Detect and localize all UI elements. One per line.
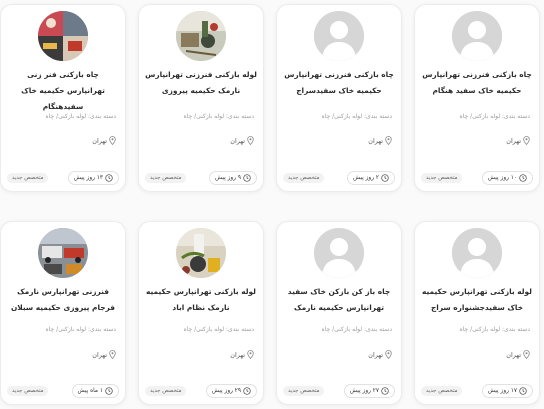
location-pin-icon — [109, 136, 116, 145]
listing-grid: چاه بازکنی فنرزنی تهرانپارس حکیمیه خاک س… — [0, 0, 544, 409]
listing-location: تهران — [368, 136, 392, 145]
time-ago: ۱۳ روز پیش — [67, 171, 119, 185]
pipe-photo-avatar — [176, 228, 226, 278]
location-label: تهران — [506, 350, 521, 359]
listing-card[interactable]: لوله بازکنی تهرانپارس حکیمیه خاک سفیدجشن… — [414, 221, 540, 405]
listing-category: دسته بندی: لوله بازکنی/ چاه — [45, 113, 116, 120]
listing-category: دسته بندی: لوله بازکنی/ چاه — [321, 113, 392, 120]
time-ago: ۱۷ روز پیش — [481, 384, 533, 398]
listing-card[interactable]: چاه بازکنی فنرزنی تهرانپارس حکیمیه خاک س… — [414, 4, 540, 192]
location-label: تهران — [92, 350, 107, 359]
listing-location: تهران — [230, 136, 254, 145]
location-label: تهران — [92, 136, 107, 145]
listing-footer: ۲ روز پیش متخصص جدید — [283, 171, 395, 185]
new-specialist-badge: متخصص جدید — [145, 173, 187, 183]
listing-footer: ۱۳ روز پیش متخصص جدید — [7, 171, 119, 185]
time-ago-label: ۲۷ روز پیش — [349, 388, 379, 394]
listing-card[interactable]: لوله بازکنی تهرانپارس حکیمیه نارمک نظام … — [138, 221, 264, 405]
default-avatar-icon — [314, 228, 364, 278]
new-specialist-badge: متخصص جدید — [7, 173, 49, 183]
listing-category: دسته بندی: لوله بازکنی/ چاه — [45, 326, 116, 333]
time-ago: ۹ روز پیش — [209, 171, 257, 185]
time-ago: ۱ ماه پیش — [71, 384, 119, 398]
listing-category: دسته بندی: لوله بازکنی/ چاه — [459, 113, 530, 120]
time-ago-label: ۱۰ روز پیش — [487, 175, 517, 181]
default-avatar-icon — [452, 11, 502, 61]
time-ago: ۲۷ روز پیش — [343, 384, 395, 398]
default-avatar-icon — [452, 228, 502, 278]
listing-card[interactable]: لوله بازکنی فنرزنی تهرانپارس نارمک حکیمی… — [138, 4, 264, 192]
listing-footer: ۱ ماه پیش متخصص جدید — [7, 384, 119, 398]
listing-footer: ۲۷ روز پیش متخصص جدید — [283, 384, 395, 398]
listing-category: دسته بندی: لوله بازکنی/ چاه — [183, 326, 254, 333]
listing-card[interactable]: چاه بازکنی فنر زنی تهرانپارس حکیمیه خاک … — [0, 4, 126, 192]
listing-location: تهران — [506, 136, 530, 145]
location-pin-icon — [247, 136, 254, 145]
listing-category: دسته بندی: لوله بازکنی/ چاه — [459, 326, 530, 333]
clock-icon — [519, 387, 527, 395]
vehicles-photo-avatar — [38, 228, 88, 278]
listing-title[interactable]: فنرزنی تهرانپارس نارمک فرجام پیروزی حکیم… — [7, 284, 119, 316]
listing-card[interactable]: چاه باز کن بازکن خاک سفید تهرانپارس حکیم… — [276, 221, 402, 405]
listing-title[interactable]: لوله بازکنی فنرزنی تهرانپارس نارمک حکیمی… — [145, 67, 257, 99]
listing-title[interactable]: چاه باز کن بازکن خاک سفید تهرانپارس حکیم… — [283, 284, 395, 316]
location-pin-icon — [523, 136, 530, 145]
listing-title[interactable]: لوله بازکنی تهرانپارس حکیمیه نارمک نظام … — [145, 284, 257, 316]
location-label: تهران — [368, 350, 383, 359]
default-avatar-icon — [314, 11, 364, 61]
location-label: تهران — [230, 136, 245, 145]
listing-card[interactable]: فنرزنی تهرانپارس نارمک فرجام پیروزی حکیم… — [0, 221, 126, 405]
new-specialist-badge: متخصص جدید — [7, 386, 49, 396]
location-pin-icon — [523, 350, 530, 359]
location-pin-icon — [385, 136, 392, 145]
collage-photo-avatar — [38, 11, 88, 61]
clock-icon — [381, 174, 389, 182]
time-ago-label: ۹ روز پیش — [215, 175, 241, 181]
tools-photo-avatar — [176, 11, 226, 61]
listing-title[interactable]: چاه بازکنی فنرزنی تهرانپارس حکیمیه خاک س… — [421, 67, 533, 99]
clock-icon — [105, 387, 113, 395]
location-label: تهران — [368, 136, 383, 145]
listing-location: تهران — [92, 350, 116, 359]
listing-location: تهران — [92, 136, 116, 145]
listing-location: تهران — [368, 350, 392, 359]
listing-category: دسته بندی: لوله بازکنی/ چاه — [321, 326, 392, 333]
listing-title[interactable]: لوله بازکنی تهرانپارس حکیمیه خاک سفیدجشن… — [421, 284, 533, 316]
listing-footer: ۹ روز پیش متخصص جدید — [145, 171, 257, 185]
listing-location: تهران — [230, 350, 254, 359]
clock-icon — [519, 174, 527, 182]
location-pin-icon — [109, 350, 116, 359]
listing-card[interactable]: چاه بازکنی فنرزنی تهرانپارس حکیمیه خاک س… — [276, 4, 402, 192]
time-ago-label: ۱۷ روز پیش — [487, 388, 517, 394]
listing-location: تهران — [506, 350, 530, 359]
location-label: تهران — [506, 136, 521, 145]
new-specialist-badge: متخصص جدید — [283, 386, 325, 396]
new-specialist-badge: متخصص جدید — [421, 386, 463, 396]
listing-footer: ۲۹ روز پیش متخصص جدید — [145, 384, 257, 398]
listing-footer: ۱۰ روز پیش متخصص جدید — [421, 171, 533, 185]
time-ago-label: ۲۹ روز پیش — [211, 388, 241, 394]
time-ago-label: ۱ ماه پیش — [77, 388, 103, 394]
listing-footer: ۱۷ روز پیش متخصص جدید — [421, 384, 533, 398]
clock-icon — [243, 174, 251, 182]
time-ago: ۱۰ روز پیش — [481, 171, 533, 185]
clock-icon — [381, 387, 389, 395]
location-pin-icon — [247, 350, 254, 359]
listing-title[interactable]: چاه بازکنی فنرزنی تهرانپارس حکیمیه خاک س… — [283, 67, 395, 99]
time-ago: ۲ روز پیش — [347, 171, 395, 185]
new-specialist-badge: متخصص جدید — [283, 173, 325, 183]
new-specialist-badge: متخصص جدید — [421, 173, 463, 183]
time-ago-label: ۱۳ روز پیش — [73, 175, 103, 181]
location-pin-icon — [385, 350, 392, 359]
clock-icon — [105, 174, 113, 182]
listing-category: دسته بندی: لوله بازکنی/ چاه — [183, 113, 254, 120]
location-label: تهران — [230, 350, 245, 359]
listing-title[interactable]: چاه بازکنی فنر زنی تهرانپارس حکیمیه خاک … — [7, 67, 119, 115]
clock-icon — [243, 387, 251, 395]
new-specialist-badge: متخصص جدید — [145, 386, 187, 396]
time-ago-label: ۲ روز پیش — [353, 175, 379, 181]
time-ago: ۲۹ روز پیش — [205, 384, 257, 398]
